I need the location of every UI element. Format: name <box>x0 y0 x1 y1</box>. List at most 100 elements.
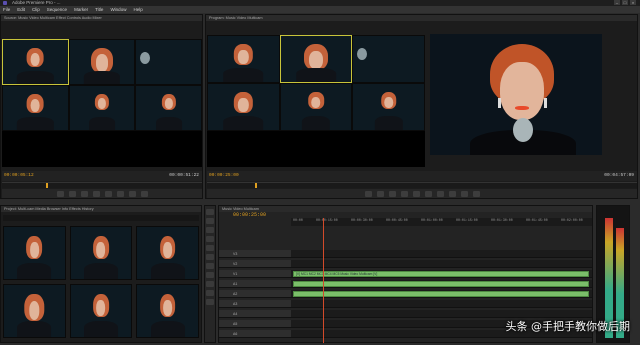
slide-tool-icon[interactable] <box>206 272 214 278</box>
multicam-angle-5[interactable] <box>68 85 136 131</box>
program-angle-2[interactable] <box>279 35 353 83</box>
timeline-playhead[interactable] <box>323 218 324 343</box>
play-button[interactable] <box>412 190 420 197</box>
hand-tool-icon[interactable] <box>206 290 214 296</box>
program-angle-1[interactable] <box>207 35 280 83</box>
pen-tool-icon[interactable] <box>206 281 214 287</box>
track-header[interactable]: A4 <box>219 310 291 317</box>
track-header[interactable]: V3 <box>219 250 291 257</box>
step-forward-button[interactable] <box>104 190 112 197</box>
multicam-angle-3[interactable] <box>135 39 202 85</box>
mark-out-button[interactable] <box>68 190 76 197</box>
rate-stretch-tool-icon[interactable] <box>206 245 214 251</box>
singer-figure <box>380 92 397 109</box>
project-clip-thumbnail[interactable] <box>3 226 66 280</box>
step-forward-button[interactable] <box>424 190 432 197</box>
singer-figure <box>93 236 109 260</box>
multicam-angle-6[interactable] <box>135 85 202 131</box>
track-header[interactable]: A3 <box>219 300 291 307</box>
insert-button[interactable] <box>116 190 124 197</box>
mark-out-button[interactable] <box>376 190 384 197</box>
mark-in-button[interactable] <box>56 190 64 197</box>
source-scrub-bar[interactable] <box>2 182 202 188</box>
mark-in-button[interactable] <box>364 190 372 197</box>
program-current-timecode[interactable]: 00:00:25:00 <box>209 171 239 181</box>
menu-help[interactable]: Help <box>133 6 142 13</box>
source-duration-timecode: 00:00:51:22 <box>169 173 199 178</box>
track-area[interactable] <box>291 300 592 307</box>
track-area[interactable] <box>291 280 592 287</box>
project-panel: Project: Multi-cam Media Browser Info Ef… <box>0 205 202 343</box>
menu-window[interactable]: Window <box>110 6 126 13</box>
track-area[interactable]: [V] MC1 MC2 MC3 MC4 MC5 Music Video Mult… <box>291 270 592 277</box>
ripple-edit-tool-icon[interactable] <box>206 227 214 233</box>
project-clip-thumbnail[interactable] <box>69 284 133 338</box>
rolling-edit-tool-icon[interactable] <box>206 236 214 242</box>
program-monitor-tabs[interactable]: Program: Music Video Multicam <box>206 15 637 21</box>
multicam-angle-2[interactable] <box>68 39 136 85</box>
program-preview-closeup <box>430 34 602 155</box>
play-button[interactable] <box>92 190 100 197</box>
menu-marker[interactable]: Marker <box>74 6 88 13</box>
audio-clip[interactable] <box>293 291 589 297</box>
multicam-angle-1[interactable] <box>2 39 69 85</box>
minimize-button[interactable]: – <box>614 0 620 5</box>
track-select-tool-icon[interactable] <box>206 218 214 224</box>
timeline-tab[interactable]: Music Video Multicam <box>219 206 592 212</box>
program-angle-5[interactable] <box>279 83 353 131</box>
maximize-button[interactable]: □ <box>622 0 628 5</box>
project-clip-thumbnail[interactable] <box>69 226 133 280</box>
step-back-button[interactable] <box>400 190 408 197</box>
timeline-timecode[interactable]: 00:00:25:00 <box>233 212 266 218</box>
track-header[interactable]: V2 <box>219 260 291 267</box>
track-header[interactable]: V1 <box>219 270 291 277</box>
track-area[interactable] <box>291 290 592 297</box>
timeline-ruler[interactable]: 00:00 00:00:15:00 00:00:30:00 00:00:45:0… <box>291 218 592 226</box>
source-current-timecode[interactable]: 00:00:05:12 <box>4 171 34 181</box>
multicam-video-clip[interactable]: [V] MC1 MC2 MC3 MC4 MC5 Music Video Mult… <box>293 271 589 277</box>
track-area[interactable] <box>291 260 592 267</box>
multicam-angle-4[interactable] <box>2 85 69 131</box>
program-playhead[interactable] <box>255 183 257 188</box>
source-timecode-bar: 00:00:05:12 00:00:51:22 <box>2 171 202 181</box>
menu-title[interactable]: Title <box>95 6 103 13</box>
program-empty-area <box>207 131 425 167</box>
export-frame-button[interactable] <box>140 190 148 197</box>
track-area[interactable] <box>291 310 592 317</box>
menu-sequence[interactable]: Sequence <box>47 6 67 13</box>
singer-body <box>84 321 118 337</box>
source-playhead[interactable] <box>46 183 48 188</box>
source-monitor-tabs[interactable]: Source: Music Video Multicam Effect Cont… <box>1 15 202 21</box>
overwrite-button[interactable] <box>128 190 136 197</box>
step-back-button[interactable] <box>80 190 88 197</box>
menu-file[interactable]: File <box>3 6 10 13</box>
singer-body <box>223 68 264 82</box>
track-area[interactable] <box>291 250 592 257</box>
lift-button[interactable] <box>448 190 456 197</box>
track-header[interactable]: A1 <box>219 280 291 287</box>
zoom-tool-icon[interactable] <box>206 299 214 305</box>
project-search-bar[interactable] <box>3 215 199 221</box>
extract-button[interactable] <box>460 190 468 197</box>
go-to-in-button[interactable] <box>388 190 396 197</box>
close-button[interactable]: × <box>630 0 636 5</box>
project-clip-thumbnail[interactable] <box>3 284 66 338</box>
razor-tool-icon[interactable] <box>206 254 214 260</box>
project-clip-thumbnail[interactable] <box>136 226 199 280</box>
selection-tool-icon[interactable] <box>206 209 214 215</box>
program-angle-6[interactable] <box>352 83 425 131</box>
track-header[interactable]: A2 <box>219 290 291 297</box>
program-angle-4[interactable] <box>207 83 280 131</box>
menu-edit[interactable]: Edit <box>17 6 25 13</box>
go-to-out-button[interactable] <box>436 190 444 197</box>
track-header[interactable]: A6 <box>219 330 291 337</box>
slip-tool-icon[interactable] <box>206 263 214 269</box>
menu-clip[interactable]: Clip <box>32 6 40 13</box>
audio-clip[interactable] <box>293 281 589 287</box>
project-panel-tabs[interactable]: Project: Multi-cam Media Browser Info Ef… <box>1 206 201 212</box>
track-header[interactable]: A5 <box>219 320 291 327</box>
export-frame-button[interactable] <box>472 190 480 197</box>
project-clip-thumbnail[interactable] <box>136 284 199 338</box>
program-scrub-bar[interactable] <box>207 182 637 188</box>
program-angle-3[interactable] <box>352 35 425 83</box>
